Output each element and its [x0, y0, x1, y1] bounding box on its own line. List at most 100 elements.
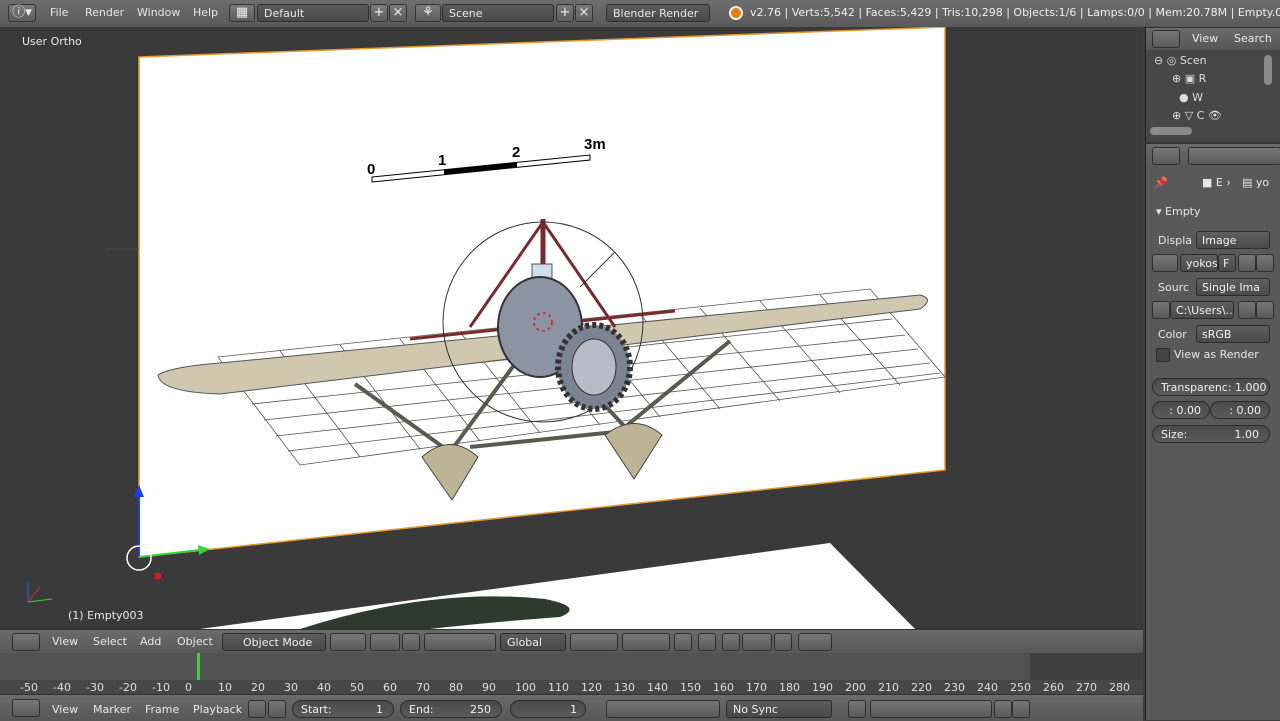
editor-type-properties-icon[interactable] [1152, 147, 1180, 165]
transform-orientation-select[interactable]: Global [500, 633, 566, 651]
remove-layout-button[interactable]: × [389, 4, 407, 22]
reload-image-icon[interactable] [1256, 301, 1274, 319]
menu-add[interactable]: Add [140, 635, 161, 648]
open-image-icon[interactable] [1238, 254, 1256, 272]
size-field[interactable]: Size: 1.00 [1152, 425, 1270, 443]
add-scene-button[interactable]: + [556, 4, 574, 22]
pin-icon[interactable]: 📌 [1154, 176, 1168, 189]
timeline-tick-label: -50 [20, 681, 38, 694]
timeline-tick-label: 230 [944, 681, 965, 694]
scene-statistics: v2.76 | Verts:5,542 | Faces:5,429 | Tris… [750, 6, 1280, 19]
layer-buttons-right[interactable] [622, 633, 670, 651]
snap-icon[interactable] [722, 633, 740, 651]
render-opengl-icon[interactable] [774, 633, 792, 651]
packed-file-icon[interactable] [1152, 301, 1170, 319]
display-type-select[interactable]: Image [1196, 231, 1270, 249]
current-frame-field[interactable]: 1 [510, 700, 586, 718]
offset-x-field[interactable]: : 0.00 [1152, 401, 1210, 419]
timeline-tick-label: 130 [614, 681, 635, 694]
menu-window[interactable]: Window [137, 6, 180, 19]
menu-help[interactable]: Help [193, 6, 218, 19]
add-layout-button[interactable]: + [370, 4, 388, 22]
outliner-item-world[interactable]: ● W [1172, 91, 1203, 104]
timeline-area[interactable] [0, 653, 1143, 680]
lock-layers-icon[interactable] [674, 633, 692, 651]
proportional-edit-icon[interactable] [698, 633, 716, 651]
timeline-header: View Marker Frame Playback Start: 1 End:… [0, 694, 1143, 721]
transparency-slider[interactable]: Transparenc: 1.000 [1152, 378, 1270, 396]
scale-label-1: 1 [438, 152, 446, 169]
playback-controls[interactable] [606, 700, 720, 718]
editor-type-outliner-icon[interactable] [1152, 30, 1180, 48]
render-engine-select[interactable]: Blender Render [606, 4, 710, 22]
fake-user-button[interactable]: F [1218, 254, 1236, 272]
snap-element-button[interactable] [742, 633, 772, 651]
end-frame-field[interactable]: End: 250 [400, 700, 502, 718]
manipulator-toggle-icon[interactable] [402, 633, 420, 651]
scene-field[interactable]: Scene [442, 4, 554, 22]
outliner-item-scene[interactable]: ⊖ ◎ Scen [1154, 54, 1207, 67]
layer-buttons-left[interactable] [570, 633, 618, 651]
menu-file[interactable]: File [50, 6, 68, 19]
pivot-point-button[interactable] [370, 633, 400, 651]
screen-layout-field[interactable]: Default [257, 4, 369, 22]
size-value: 1.00 [1234, 428, 1260, 441]
image-browse-icon[interactable] [1152, 254, 1178, 272]
mode-select[interactable]: Object Mode [222, 633, 326, 651]
record-icon[interactable] [848, 700, 866, 718]
timeline-menu-view[interactable]: View [52, 703, 78, 716]
render-animation-button[interactable] [798, 633, 832, 651]
timeline-tick-label: 120 [581, 681, 602, 694]
view-name-label: User Ortho [22, 35, 82, 48]
editor-type-info-button[interactable]: ⓘ▾ [8, 4, 36, 22]
outliner-item-render[interactable]: ⊕ ▣ R [1172, 72, 1206, 85]
editor-type-3d-icon[interactable] [12, 633, 40, 651]
start-frame-field[interactable]: Start: 1 [292, 700, 394, 718]
timeline-tick-label: 220 [911, 681, 932, 694]
timeline-tick-label: 110 [548, 681, 569, 694]
properties-panel[interactable]: 📌 ■ E › ▤ yo ▾ Empty Displa Image yokos … [1145, 143, 1280, 720]
menu-render[interactable]: Render [85, 6, 124, 19]
view-as-render-checkbox[interactable] [1156, 348, 1170, 362]
preview-range-icon[interactable] [248, 700, 266, 718]
source-label: Sourc [1158, 281, 1190, 294]
lock-range-icon[interactable] [268, 700, 286, 718]
timeline-tick-label: 30 [284, 681, 298, 694]
offset-y-field[interactable]: : 0.00 [1210, 401, 1270, 419]
menu-view[interactable]: View [52, 635, 78, 648]
end-frame-value: 250 [470, 703, 491, 716]
timeline-menu-playback[interactable]: Playback [193, 703, 242, 716]
viewport-scene: 0 1 2 3m [27, 27, 946, 629]
outliner-menu-view[interactable]: View [1192, 32, 1218, 45]
outliner-hscrollbar[interactable] [1150, 127, 1192, 135]
timeline-tick-label: 190 [812, 681, 833, 694]
outliner-menu-search[interactable]: Search [1234, 32, 1272, 45]
editor-type-timeline-icon[interactable] [12, 699, 40, 717]
properties-context-tabs[interactable] [1188, 147, 1280, 165]
current-frame-indicator[interactable] [197, 653, 200, 680]
remove-scene-button[interactable]: × [575, 4, 593, 22]
sync-mode-select[interactable]: No Sync [726, 700, 832, 718]
transform-manipulators[interactable] [424, 633, 496, 651]
image-source-select[interactable]: Single Ima [1196, 278, 1270, 296]
outliner-panel[interactable]: View Search ⊖ ◎ Scen ⊕ ▣ R ● W ⊕ ▽ C 👁 [1145, 27, 1280, 141]
outliner-scrollbar[interactable] [1264, 55, 1272, 85]
menu-select[interactable]: Select [93, 635, 127, 648]
browse-file-icon[interactable] [1238, 301, 1256, 319]
image-path-field[interactable]: C:\Users\... [1170, 301, 1234, 319]
menu-object[interactable]: Object [177, 635, 213, 648]
3d-viewport[interactable]: 0 1 2 3m User Ortho (1) Empty003 [0, 27, 1143, 629]
image-name-field[interactable]: yokos [1180, 254, 1218, 272]
timeline-menu-frame[interactable]: Frame [145, 703, 179, 716]
delete-keyframe-icon[interactable] [1012, 700, 1030, 718]
keying-set-field[interactable] [870, 700, 992, 718]
scene-icon[interactable]: ⚘ [415, 4, 441, 22]
insert-keyframe-icon[interactable] [994, 700, 1012, 718]
timeline-menu-marker[interactable]: Marker [93, 703, 131, 716]
viewport-shading-button[interactable] [330, 633, 366, 651]
outliner-item-object[interactable]: ⊕ ▽ C 👁 [1172, 109, 1222, 122]
unlink-image-icon[interactable] [1256, 254, 1274, 272]
panel-empty-title[interactable]: ▾ Empty [1156, 205, 1201, 218]
screen-layout-icon[interactable]: ▦ [229, 4, 255, 22]
color-space-select[interactable]: sRGB [1196, 325, 1270, 343]
